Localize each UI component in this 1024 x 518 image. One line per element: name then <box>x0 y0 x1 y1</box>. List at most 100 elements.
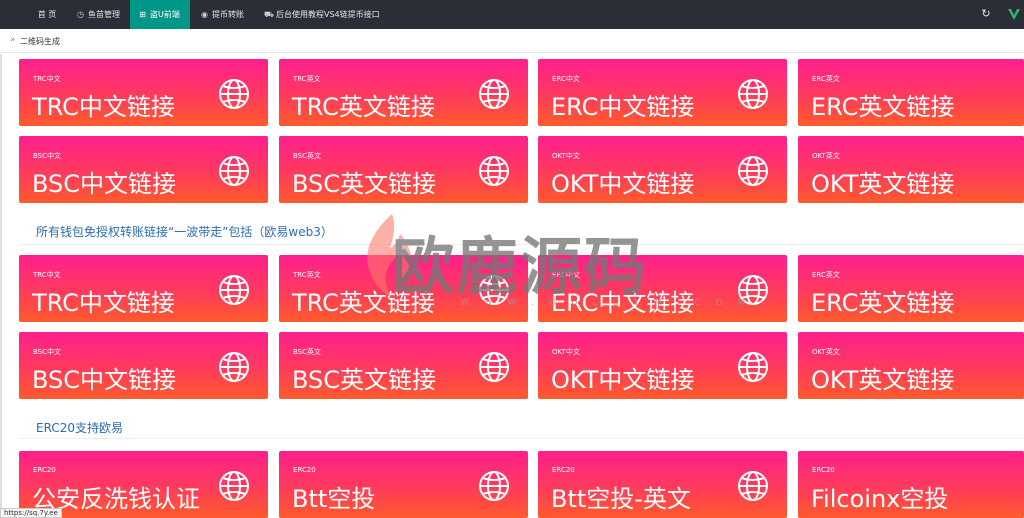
card-tag: BSC中文 <box>33 152 62 160</box>
nav-home-label: 首 页 <box>37 10 57 19</box>
card-tag: BSC中文 <box>33 348 62 356</box>
globe-icon <box>738 275 768 305</box>
card-title: BSC英文链接 <box>292 366 437 394</box>
card-tag: OKT英文 <box>812 348 840 356</box>
card-tag: ERC20 <box>293 466 316 474</box>
globe-icon <box>219 352 249 382</box>
nav-tutorial-label: 后台使用教程VS4链提币接口 <box>276 10 380 19</box>
card-tag: ERC中文 <box>552 271 580 279</box>
link-card[interactable]: ERC20 Btt空投-英文 <box>538 451 787 518</box>
card-title: BSC中文链接 <box>32 366 177 394</box>
card-title: Filcoinx空投 <box>811 485 949 513</box>
link-card[interactable]: ERC英文 ERC英文链接 <box>798 59 1024 126</box>
breadcrumb-qr-generate[interactable]: 二维码生成 <box>20 36 60 47</box>
card-title: OKT中文链接 <box>551 366 695 394</box>
top-nav-bar: 首 页 ◷ 鱼苗管理 ⊞ 盗U前端 ◉ 提币转账 ⛟ 后台使用教程VS4链提币接口 ↻ <box>0 0 1024 29</box>
card-title: BSC英文链接 <box>292 170 437 198</box>
nav-fish-management[interactable]: ◷ 鱼苗管理 <box>68 0 130 29</box>
card-title: ERC英文链接 <box>811 289 955 317</box>
card-tag: TRC英文 <box>293 75 321 83</box>
section-divider <box>20 244 1024 245</box>
globe-icon <box>479 275 509 305</box>
target-icon: ◉ <box>201 10 208 19</box>
link-card[interactable]: TRC英文 TRC英文链接 <box>279 255 528 322</box>
card-title: ERC中文链接 <box>551 289 695 317</box>
card-tag: OKT中文 <box>552 348 580 356</box>
link-card[interactable]: OKT中文 OKT中文链接 <box>538 332 787 399</box>
nav-steal-u-frontend-label: 盗U前端 <box>150 10 180 19</box>
windows-icon: ⊞ <box>139 10 146 19</box>
section-divider <box>20 438 1024 439</box>
link-card[interactable]: BSC英文 BSC英文链接 <box>279 136 528 203</box>
globe-icon <box>219 471 249 501</box>
card-title: OKT中文链接 <box>551 170 695 198</box>
main-content: TRC中文 TRC中文链接 TRC英文 TRC英文链接 ERC中文 ERC中文链… <box>0 54 1024 518</box>
card-title: TRC中文链接 <box>32 289 175 317</box>
nav-withdraw-transfer[interactable]: ◉ 提币转账 <box>192 0 254 29</box>
globe-icon <box>738 156 768 186</box>
nav-home[interactable]: 首 页 <box>22 0 72 29</box>
globe-icon <box>738 352 768 382</box>
globe-icon <box>219 275 249 305</box>
section-title: ERC20支持欧易 <box>36 421 123 435</box>
link-card[interactable]: ERC中文 ERC中文链接 <box>538 255 787 322</box>
left-edge-line <box>0 54 2 518</box>
link-card[interactable]: OKT英文 OKT英文链接 <box>798 332 1024 399</box>
card-tag: TRC中文 <box>33 271 61 279</box>
globe-icon <box>738 79 768 109</box>
nav-steal-u-frontend[interactable]: ⊞ 盗U前端 <box>130 0 190 29</box>
link-card[interactable]: TRC中文 TRC中文链接 <box>19 255 268 322</box>
refresh-icon[interactable]: ↻ <box>980 7 992 21</box>
link-card[interactable]: BSC中文 BSC中文链接 <box>19 332 268 399</box>
link-card[interactable]: OKT中文 OKT中文链接 <box>538 136 787 203</box>
card-title: BSC中文链接 <box>32 170 177 198</box>
double-chevron-icon[interactable]: » <box>10 35 16 45</box>
card-title: Btt空投 <box>292 485 376 513</box>
link-card[interactable]: BSC英文 BSC英文链接 <box>279 332 528 399</box>
link-card[interactable]: TRC中文 TRC中文链接 <box>19 59 268 126</box>
card-tag: TRC英文 <box>293 271 321 279</box>
link-card[interactable]: BSC中文 BSC中文链接 <box>19 136 268 203</box>
card-tag: ERC20 <box>33 466 56 474</box>
link-card[interactable]: ERC中文 ERC中文链接 <box>538 59 787 126</box>
card-tag: ERC20 <box>552 466 575 474</box>
globe-icon <box>479 352 509 382</box>
link-card[interactable]: OKT英文 OKT英文链接 <box>798 136 1024 203</box>
card-tag: OKT英文 <box>812 152 840 160</box>
card-title: ERC英文链接 <box>811 93 955 121</box>
breadcrumb-bar: » 二维码生成 <box>0 29 1024 53</box>
card-title: OKT英文链接 <box>811 366 955 394</box>
card-tag: TRC中文 <box>33 75 61 83</box>
globe-icon <box>479 156 509 186</box>
card-title: OKT英文链接 <box>811 170 955 198</box>
status-url: https://sq.7y.ee <box>0 508 62 518</box>
card-title: TRC英文链接 <box>292 289 435 317</box>
card-title: TRC中文链接 <box>32 93 175 121</box>
nav-fish-management-label: 鱼苗管理 <box>88 10 120 19</box>
card-title: TRC英文链接 <box>292 93 435 121</box>
truck-icon: ⛟ <box>264 10 275 19</box>
link-card[interactable]: ERC英文 ERC英文链接 <box>798 255 1024 322</box>
card-title: Btt空投-英文 <box>551 485 691 513</box>
v-logo-icon[interactable] <box>1006 6 1022 22</box>
globe-icon <box>219 79 249 109</box>
card-tag: ERC中文 <box>552 75 580 83</box>
nav-withdraw-transfer-label: 提币转账 <box>212 10 244 19</box>
globe-icon <box>738 471 768 501</box>
link-card[interactable]: ERC20 Filcoinx空投 <box>798 451 1024 518</box>
card-tag: ERC英文 <box>812 271 840 279</box>
card-tag: ERC20 <box>812 466 835 474</box>
globe-icon <box>479 471 509 501</box>
nav-tutorial[interactable]: ⛟ 后台使用教程VS4链提币接口 <box>256 0 392 29</box>
card-tag: BSC英文 <box>293 348 322 356</box>
card-tag: ERC英文 <box>812 75 840 83</box>
globe-icon <box>479 79 509 109</box>
link-card[interactable]: TRC英文 TRC英文链接 <box>279 59 528 126</box>
globe-icon <box>219 156 249 186</box>
clock-icon: ◷ <box>77 10 84 19</box>
card-tag: OKT中文 <box>552 152 580 160</box>
card-title: ERC中文链接 <box>551 93 695 121</box>
section-title: 所有钱包免授权转账链接“一波带走”包括（欧易web3） <box>36 225 333 239</box>
link-card[interactable]: ERC20 Btt空投 <box>279 451 528 518</box>
card-tag: BSC英文 <box>293 152 322 160</box>
